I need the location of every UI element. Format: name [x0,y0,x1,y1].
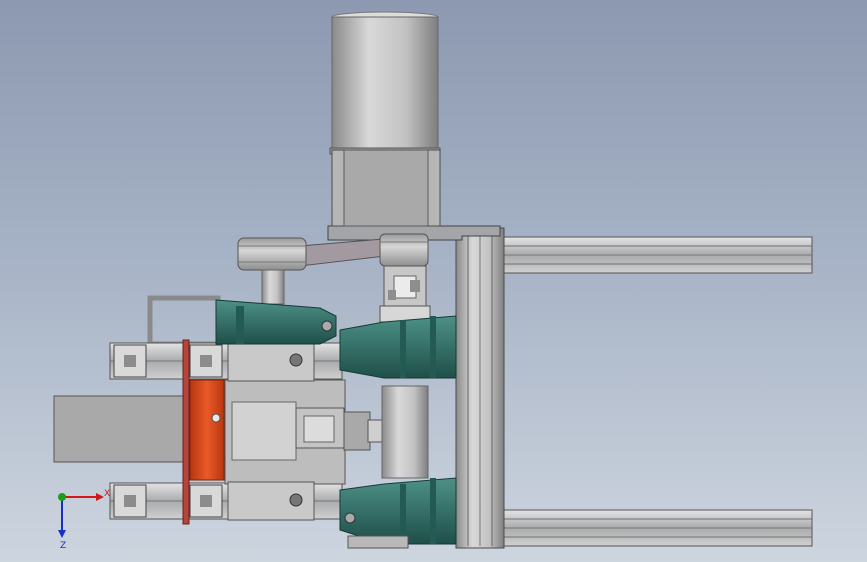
drive-pulley-right[interactable] [379,233,429,267]
3d-viewport[interactable]: X Z [0,0,867,562]
pillow-block-top-left[interactable] [215,299,337,345]
gearbox[interactable] [331,149,441,227]
cad-model-scene[interactable]: X Z [0,0,867,562]
extrusion-rail-bottom-right[interactable] [499,509,813,547]
coordinate-triad: X Z [58,489,110,551]
vertical-frame-post[interactable] [455,227,505,549]
red-mount-plate[interactable] [182,339,190,525]
drive-pulley-left[interactable] [237,237,307,305]
pillow-block-bottom-right[interactable] [339,477,457,549]
shaft-coupling[interactable] [379,265,431,323]
motor-body[interactable] [329,11,441,155]
extrusion-rail-top-right[interactable] [499,236,813,274]
orange-flange[interactable] [189,379,225,481]
pillow-block-top-right[interactable] [339,315,457,379]
triad-z-label: Z [60,541,66,551]
triad-x-label: X [104,489,110,499]
roller-cylinder[interactable] [381,385,429,479]
handle-frame[interactable] [147,295,221,347]
